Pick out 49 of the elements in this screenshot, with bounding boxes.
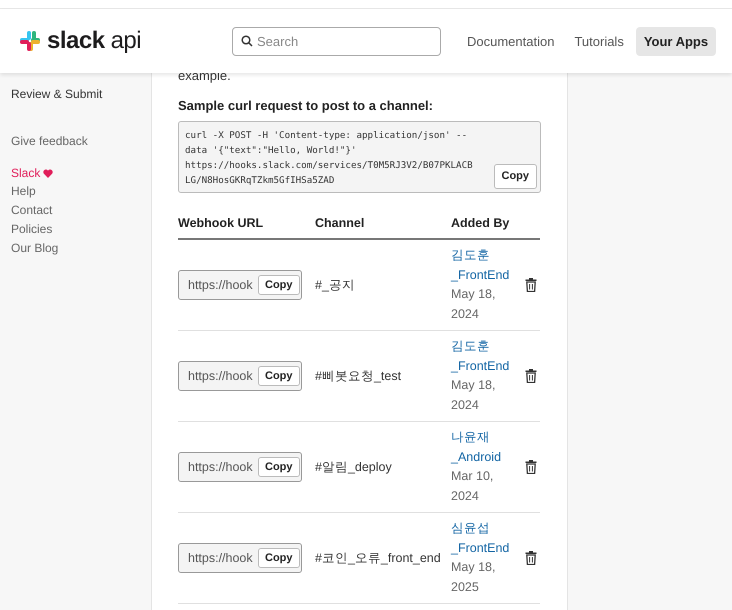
code-line: curl -X POST -H 'Content-type: application/json' -- bbox=[185, 129, 468, 143]
search-icon bbox=[241, 34, 253, 46]
code-line: LG/N8HosGKRqTZkm5GfIHSa5ZAD bbox=[185, 174, 334, 188]
brand-link[interactable]: Slack bbox=[11, 166, 40, 180]
date-text: May 18, 2024 bbox=[451, 377, 496, 414]
search-field[interactable]: Search bbox=[232, 26, 441, 56]
channel-name: #알림_deploy bbox=[315, 460, 392, 474]
footer-link[interactable]: Policies bbox=[11, 222, 151, 237]
copy-button[interactable]: Copy bbox=[258, 275, 300, 295]
paragraph-text: example. bbox=[178, 68, 232, 83]
section-heading: Sample curl request to post to a channel: bbox=[178, 98, 434, 113]
channel-name: #삐봇요청_test bbox=[315, 368, 402, 382]
copy-button[interactable]: Copy bbox=[258, 457, 300, 477]
url-field[interactable]: https://hook Copy bbox=[178, 543, 302, 573]
user-link[interactable]: 심윤섭 _FrontEnd bbox=[451, 519, 525, 558]
nav-link[interactable]: Documentation bbox=[459, 26, 562, 56]
code-line: https://hooks.slack.com/services/T0M5RJ3V2/B07PKLACB bbox=[185, 159, 473, 173]
user-link[interactable]: 김도훈 _FrontEnd bbox=[451, 337, 525, 376]
trash-icon[interactable] bbox=[524, 551, 537, 565]
footer-link[interactable]: Our Blog bbox=[11, 241, 151, 256]
date-text: May 18, 2025 bbox=[451, 559, 496, 596]
slack-logo-icon bbox=[19, 30, 41, 52]
channel-name: #_공지 bbox=[315, 278, 355, 292]
sidebar-item[interactable]: Review & Submit bbox=[11, 87, 151, 101]
channel-name: #코인_오류_front_end bbox=[315, 550, 441, 564]
url-field[interactable]: https://hook Copy bbox=[178, 270, 302, 300]
user-link[interactable]: 나윤재 _Android bbox=[451, 428, 525, 467]
logo-text[interactable]: slack api bbox=[47, 27, 142, 55]
feedback-link[interactable]: Give feedback bbox=[11, 134, 151, 148]
trash-icon[interactable] bbox=[524, 369, 537, 383]
copy-button[interactable]: Copy bbox=[258, 366, 300, 386]
footer-link[interactable]: Help bbox=[11, 184, 151, 199]
trash-icon[interactable] bbox=[524, 460, 537, 474]
nav-link[interactable]: Your Apps bbox=[636, 26, 716, 56]
date-text: Mar 10, 2024 bbox=[451, 468, 494, 504]
url-field[interactable]: https://hook Copy bbox=[178, 452, 302, 482]
heart-icon bbox=[43, 168, 54, 178]
column-header: Webhook URL bbox=[178, 216, 315, 239]
footer-link[interactable]: Contact bbox=[11, 203, 151, 218]
user-link[interactable]: 김도훈 _FrontEnd bbox=[451, 246, 525, 285]
trash-icon[interactable] bbox=[524, 278, 537, 292]
date-text: May 18, 2024 bbox=[451, 286, 496, 322]
url-field[interactable]: https://hook Copy bbox=[178, 361, 302, 391]
column-header: Channel bbox=[315, 216, 451, 239]
copy-button[interactable]: Copy bbox=[258, 548, 300, 568]
copy-button[interactable]: Copy bbox=[494, 164, 537, 189]
nav-link[interactable]: Tutorials bbox=[566, 26, 632, 56]
code-line: data '{"text":"Hello, World!"}' bbox=[185, 144, 356, 158]
column-header: Added By bbox=[451, 216, 525, 239]
